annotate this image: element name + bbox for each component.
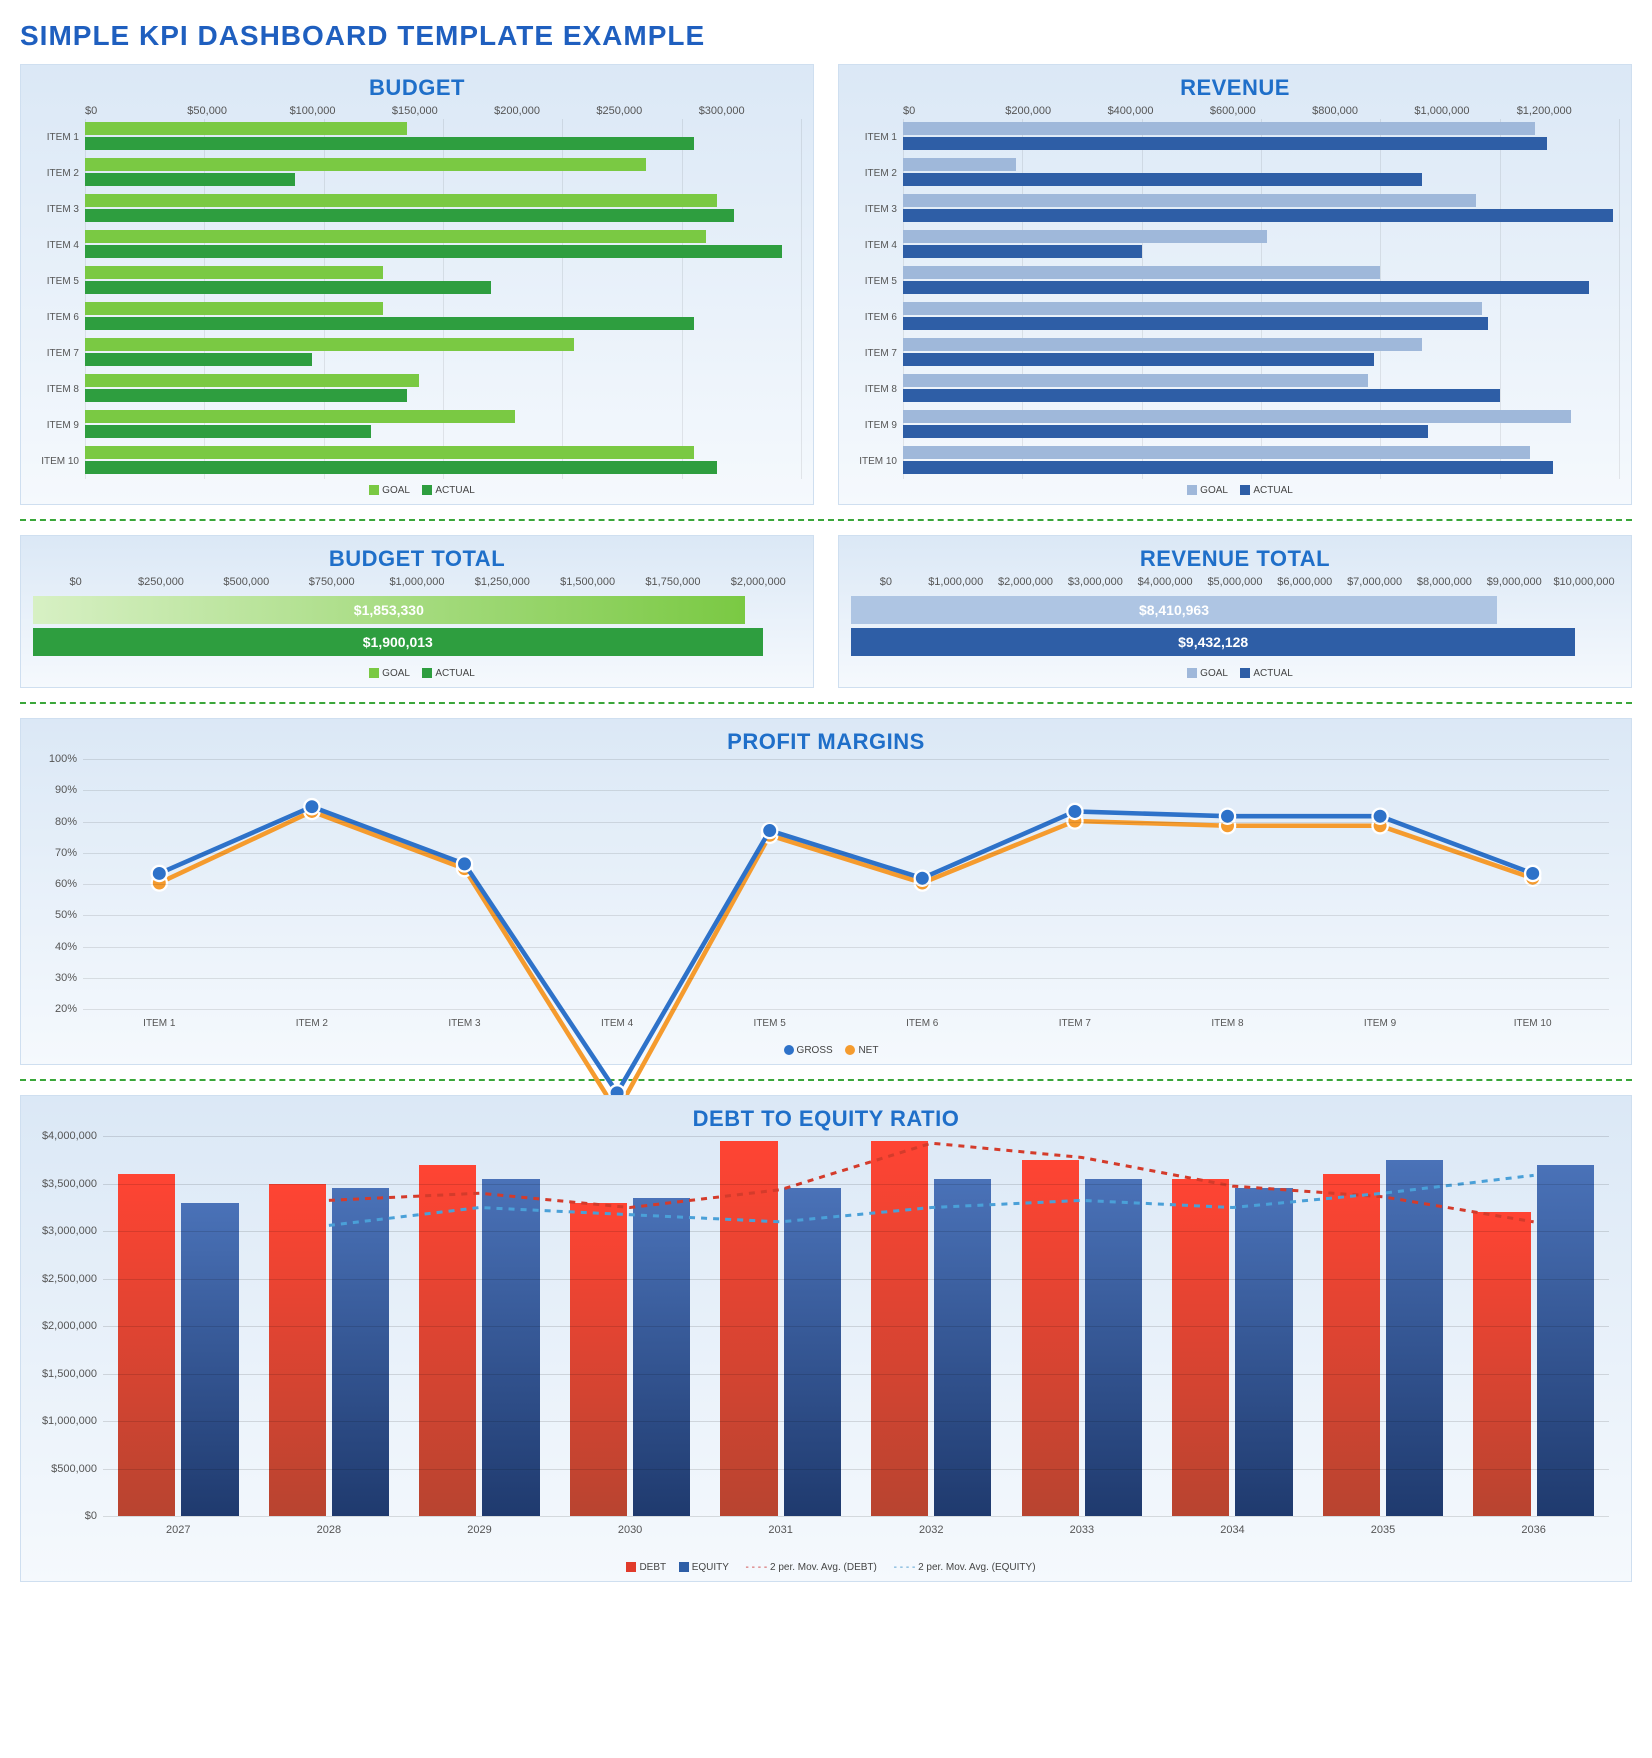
profit-margins-panel: PROFIT MARGINS 100%90%80%70%60%50%40%30%…: [20, 718, 1632, 1065]
chart-row: ITEM 3: [851, 191, 1619, 227]
revenue-chart-panel: REVENUE $0$200,000$400,000$600,000$800,0…: [838, 64, 1632, 505]
chart-row: ITEM 3: [33, 191, 801, 227]
revenue-total-title: REVENUE TOTAL: [851, 546, 1619, 572]
chart-row: ITEM 8: [33, 371, 801, 407]
budget-chart-panel: BUDGET $0$50,000$100,000$150,000$200,000…: [20, 64, 814, 505]
debt-equity-title: DEBT TO EQUITY RATIO: [33, 1106, 1619, 1132]
revenue-total-axis: $0$1,000,000$2,000,000$3,000,000$4,000,0…: [851, 576, 1619, 588]
budget-total-axis: $0$250,000$500,000$750,000$1,000,000$1,2…: [33, 576, 801, 588]
chart-row: ITEM 5: [851, 263, 1619, 299]
chart-row: ITEM 1: [33, 119, 801, 155]
chart-row: ITEM 8: [851, 371, 1619, 407]
chart-row: ITEM 10: [851, 443, 1619, 479]
revenue-total-goal-bar: $8,410,963: [851, 596, 1497, 624]
chart-row: ITEM 2: [33, 155, 801, 191]
revenue-chart-title: REVENUE: [851, 75, 1619, 101]
budget-total-actual-bar: $1,900,013: [33, 628, 763, 656]
budget-legend: GOAL ACTUAL: [33, 485, 801, 496]
divider: [20, 519, 1632, 521]
budget-bars: ITEM 1ITEM 2ITEM 3ITEM 4ITEM 5ITEM 6ITEM…: [33, 119, 801, 479]
divider: [20, 702, 1632, 704]
chart-row: ITEM 4: [33, 227, 801, 263]
profit-plot: [83, 759, 1609, 1009]
chart-row: ITEM 7: [851, 335, 1619, 371]
chart-row: ITEM 2: [851, 155, 1619, 191]
profit-x-axis: ITEM 1ITEM 2ITEM 3ITEM 4ITEM 5ITEM 6ITEM…: [83, 1018, 1609, 1029]
chart-row: ITEM 9: [851, 407, 1619, 443]
budget-total-goal-bar: $1,853,330: [33, 596, 745, 624]
chart-row: ITEM 6: [33, 299, 801, 335]
page-title: SIMPLE KPI DASHBOARD TEMPLATE EXAMPLE: [20, 20, 1632, 52]
debt-equity-panel: DEBT TO EQUITY RATIO $4,000,000$3,500,00…: [20, 1095, 1632, 1582]
budget-total-panel: BUDGET TOTAL $0$250,000$500,000$750,000$…: [20, 535, 814, 688]
revenue-x-axis: $0$200,000$400,000$600,000$800,000$1,000…: [903, 105, 1619, 117]
chart-row: ITEM 4: [851, 227, 1619, 263]
revenue-total-actual-bar: $9,432,128: [851, 628, 1575, 656]
budget-x-axis: $0$50,000$100,000$150,000$200,000$250,00…: [85, 105, 801, 117]
chart-row: ITEM 5: [33, 263, 801, 299]
debt-equity-plot: [103, 1136, 1609, 1516]
chart-row: ITEM 1: [851, 119, 1619, 155]
profit-y-axis: 100%90%80%70%60%50%40%30%20%: [33, 759, 83, 1009]
chart-row: ITEM 10: [33, 443, 801, 479]
debt-equity-y-axis: $4,000,000$3,500,000$3,000,000$2,500,000…: [33, 1136, 103, 1516]
chart-row: ITEM 7: [33, 335, 801, 371]
revenue-total-panel: REVENUE TOTAL $0$1,000,000$2,000,000$3,0…: [838, 535, 1632, 688]
chart-row: ITEM 9: [33, 407, 801, 443]
revenue-legend: GOAL ACTUAL: [851, 485, 1619, 496]
debt-equity-x-axis: 2027202820292030203120322033203420352036: [103, 1524, 1609, 1536]
revenue-bars: ITEM 1ITEM 2ITEM 3ITEM 4ITEM 5ITEM 6ITEM…: [851, 119, 1619, 479]
budget-chart-title: BUDGET: [33, 75, 801, 101]
budget-total-title: BUDGET TOTAL: [33, 546, 801, 572]
profit-margins-title: PROFIT MARGINS: [33, 729, 1619, 755]
chart-row: ITEM 6: [851, 299, 1619, 335]
